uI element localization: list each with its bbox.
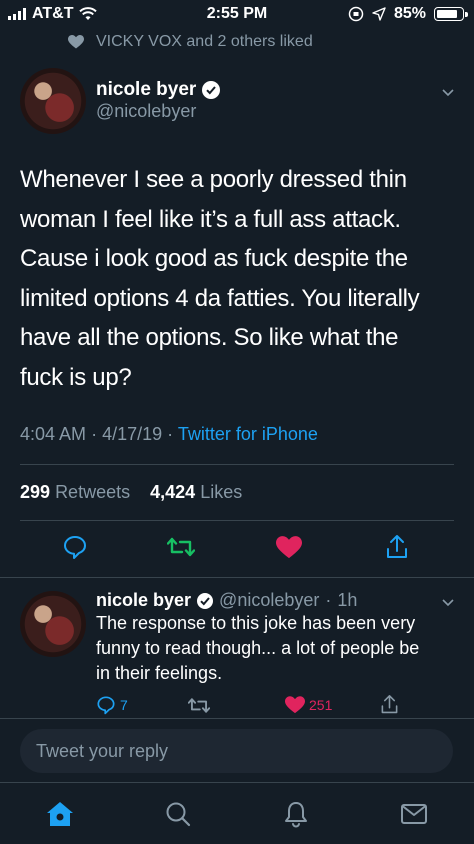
reply-author-name: nicole byer [96,590,192,610]
reply-input-placeholder: Tweet your reply [36,740,169,761]
tweet-text-line: woman I feel like it’s a full ass attack… [20,205,401,233]
retweets-count[interactable]: 299 [20,482,50,502]
tab-search[interactable] [163,799,193,829]
author-handle[interactable]: @nicolebyer [96,101,196,122]
tab-messages[interactable] [399,799,429,829]
retweet-button[interactable] [167,533,195,561]
author-name-row[interactable]: nicole byer [96,79,221,101]
heart-icon [68,35,84,49]
mail-icon [401,804,427,824]
meta-separator: · [167,424,178,444]
verified-badge-icon [197,592,214,609]
search-icon [166,802,191,827]
tab-home[interactable] [45,799,75,829]
reply-avatar[interactable] [20,591,86,657]
home-icon [47,802,73,826]
reply-time-ago: 1h [337,590,358,610]
reply-share-button[interactable] [380,694,399,715]
reply-text: The response to this joke has been very … [96,611,460,686]
likes-count[interactable]: 4,424 [150,482,195,502]
likes-label[interactable]: Likes [200,482,242,502]
tab-notifications[interactable] [281,799,311,829]
tweet-meta: 4:04 AM · 4/17/19 · Twitter for iPhone [20,424,318,445]
divider [0,577,474,578]
liked-heart-icon [285,696,305,714]
tweet-text-line: Whenever I see a poorly dressed thin [20,166,407,193]
share-icon [387,535,407,558]
bell-icon [285,801,307,828]
share-button[interactable] [383,533,411,561]
social-context-text: VICKY VOX and 2 others liked [96,33,313,50]
tweet-date: 4/17/19 [102,424,163,444]
orientation-lock-icon [348,6,364,22]
reply-icon [64,536,86,559]
battery-icon [434,7,468,21]
status-bar: AT&T 2:55 PM 85% [0,0,474,28]
verified-badge-icon [202,81,221,99]
location-icon [372,7,386,21]
divider [20,464,454,465]
social-context: VICKY VOX and 2 others liked [68,33,313,51]
reply-text-line: The response to this joke has been very [96,613,416,633]
tab-bar [0,782,474,844]
retweet-icon [167,537,195,557]
divider [0,718,474,719]
like-button[interactable] [275,533,303,561]
share-icon [381,695,398,714]
avatar[interactable] [20,68,86,134]
reply-like-button[interactable]: 251 [285,696,332,714]
reply-text-line: in their feelings. [96,663,223,683]
chevron-down-icon[interactable] [440,594,456,610]
tweet-text-line: Cause i look good as fuck despite the [20,245,408,272]
reply-retweet-button[interactable] [188,696,210,715]
divider [20,520,454,521]
reply-button[interactable] [61,533,89,561]
reply-input[interactable]: Tweet your reply [20,729,453,773]
liked-heart-icon [276,535,302,558]
reply-like-count: 251 [309,697,333,713]
tweet-text-line: limited options 4 da fatties. You litera… [20,284,420,312]
tweet-time: 4:04 AM [20,424,87,444]
author-name: nicole byer [96,79,197,100]
retweets-label[interactable]: Retweets [55,482,130,502]
reply-text-line: funny to read though... a lot of people … [96,638,420,658]
chevron-down-icon[interactable] [440,84,456,100]
tweet-source-link[interactable]: Twitter for iPhone [178,424,318,444]
meta-separator: · [325,590,332,610]
battery-percent: 85% [393,5,426,22]
reply-reply-count: 7 [120,697,128,713]
retweet-icon [188,698,210,713]
tweet-text-line: have all the options. So like what the [20,324,399,351]
reply-reply-button[interactable]: 7 [96,695,128,715]
tweet-text: Whenever I see a poorly dressed thin wom… [20,160,460,397]
tweet-stats: 299 Retweets 4,424 Likes [20,482,242,503]
meta-separator: · [91,424,103,444]
reply-header[interactable]: nicole byer @nicolebyer · 1h [96,590,357,611]
reply-author-handle: @nicolebyer [219,590,320,610]
reply-icon [97,696,115,715]
tweet-text-line: fuck is up? [20,363,132,391]
